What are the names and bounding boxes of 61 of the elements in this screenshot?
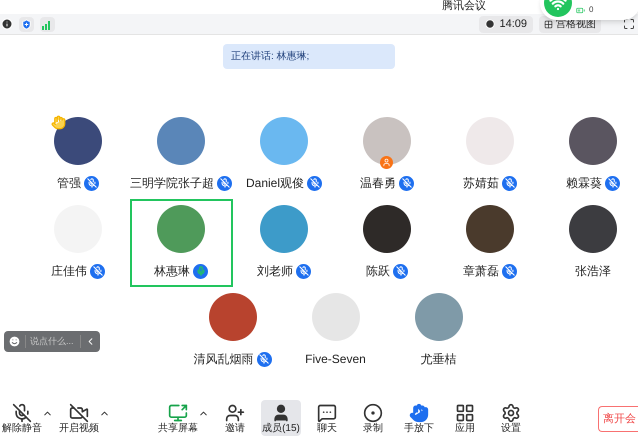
participant-name: 刘老师 <box>257 263 293 280</box>
shield-icon[interactable] <box>19 16 34 32</box>
toolbar-button[interactable]: 设置 <box>491 400 531 436</box>
participant-tile[interactable]: 章萧磊 <box>438 199 542 287</box>
participant-name: 张浩泽 <box>575 263 611 280</box>
toolbar-button[interactable]: 录制 <box>353 400 393 436</box>
hand-icon <box>409 403 429 423</box>
participant-tile[interactable]: Five-Seven <box>284 287 387 375</box>
participant-name: 庄佳伟 <box>51 263 87 280</box>
speaking-banner: 正在讲话: 林惠琳; <box>223 44 395 69</box>
chat-placeholder: 说点什么... <box>30 334 75 348</box>
participant-tile[interactable]: 刘老师 <box>232 199 336 287</box>
participant-name: 尤垂桔 <box>420 351 456 368</box>
participant-name: Five-Seven <box>305 351 366 368</box>
participant-tile[interactable]: 尤垂桔 <box>387 287 490 375</box>
participant-name: 清风乱烟雨 <box>194 351 254 368</box>
emoji-icon[interactable] <box>8 335 21 348</box>
participant-name: 陈跃 <box>366 263 390 280</box>
grid-icon <box>544 20 553 28</box>
record-icon <box>363 403 383 423</box>
participant-tile[interactable]: 陈跃 <box>336 199 438 287</box>
add-user-icon <box>225 403 245 423</box>
participant-name: 三明学院张子超 <box>130 175 214 192</box>
participant-tile[interactable]: Daniel观俊 <box>232 111 336 199</box>
battery-icon <box>576 6 585 14</box>
participant-tile[interactable]: 管强 <box>26 111 130 199</box>
video-off-icon <box>69 403 89 423</box>
settings-icon <box>501 403 521 423</box>
chat-icon <box>317 403 337 423</box>
participant-tile[interactable]: 三明学院张子超 <box>130 111 232 199</box>
participant-name: Daniel观俊 <box>246 175 304 192</box>
participant-name: 苏婧茹 <box>463 175 499 192</box>
participant-tile[interactable]: 温春勇 <box>336 111 438 199</box>
participant-tile[interactable]: 赖霖葵 <box>542 111 638 199</box>
toolbar-button[interactable]: 手放下 <box>399 400 439 436</box>
toolbar-button[interactable]: 共享屏幕 <box>158 400 198 436</box>
participant-tile[interactable]: 张浩泽 <box>542 199 638 287</box>
muted-mic-icon <box>12 403 32 423</box>
participant-tile[interactable]: 庄佳伟 <box>26 199 130 287</box>
window-title: 腾讯会议 <box>442 0 486 14</box>
meeting-time: 14:09 <box>499 16 527 32</box>
toolbar-button[interactable]: 聊天 <box>307 400 347 436</box>
fullscreen-icon[interactable] <box>623 18 635 30</box>
toolbar-button[interactable]: 解除静音 <box>2 400 42 436</box>
participant-tile[interactable]: 林惠琳 <box>130 199 232 287</box>
toolbar-button[interactable]: 开启视频 <box>59 400 99 436</box>
participant-tile[interactable]: 苏婧茹 <box>438 111 542 199</box>
participant-name: 管强 <box>57 175 81 192</box>
toolbar-button[interactable]: 邀请 <box>215 400 255 436</box>
participant-name: 温春勇 <box>360 175 396 192</box>
participant-name: 赖霖葵 <box>566 175 602 192</box>
info-icon[interactable] <box>1 18 13 30</box>
participant-name: 章萧磊 <box>463 263 499 280</box>
toolbar-button[interactable]: 应用 <box>445 400 485 436</box>
participant-tile[interactable]: 清风乱烟雨 <box>181 287 284 375</box>
toolbar-button[interactable]: 成员(15) <box>261 400 301 436</box>
apps-icon <box>455 403 475 423</box>
participant-name: 林惠琳 <box>154 263 190 280</box>
leave-meeting-button[interactable]: 离开会 <box>598 406 638 432</box>
screen-share-icon <box>168 403 188 423</box>
network-count: 0 <box>589 4 594 16</box>
